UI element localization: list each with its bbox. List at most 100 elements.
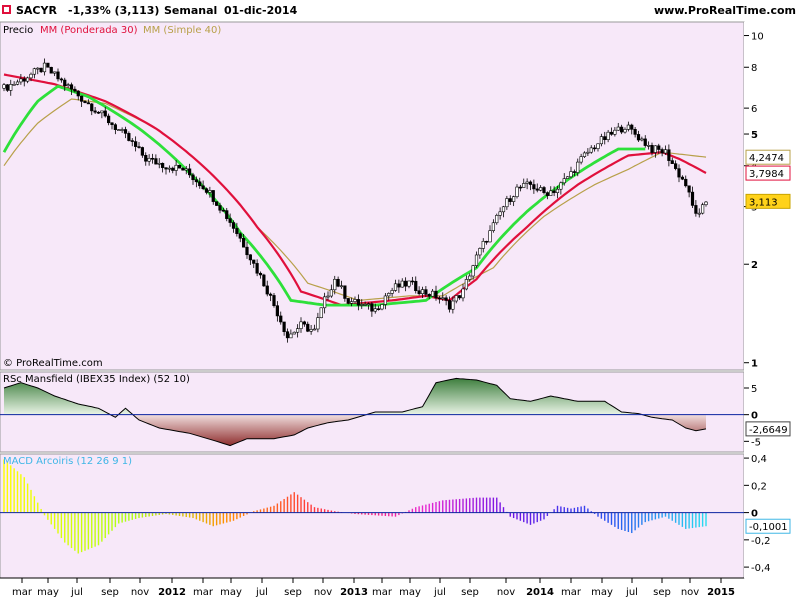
rsc-y-tick-label: 0 [751,411,758,422]
candle-body [478,248,482,256]
candle-body [404,280,408,287]
candle-body [697,212,701,215]
copyright-label: © ProRealTime.com [3,358,103,369]
candle-body [650,145,654,153]
candle-body [127,133,131,141]
candle-body [498,211,502,216]
candle-body [437,297,441,300]
site-url[interactable]: www.ProRealTime.com [654,4,796,17]
candle-body [36,67,40,70]
candle-body [630,124,634,130]
x-tick-label: sep [284,587,302,598]
candle-body [228,218,232,223]
candle-body [454,295,458,302]
candle-body [215,201,219,206]
candle-body [360,304,364,306]
candle-body [76,90,80,97]
candle-body [235,228,239,234]
candle-body [576,161,580,173]
candle-body [532,184,536,190]
candle-body [302,321,306,325]
candle-body [93,110,97,113]
price-y-tick-label: 5 [751,130,758,141]
candle-body [387,293,391,297]
candle-body [485,240,489,243]
candle-body [512,196,516,202]
candle-body [309,329,313,332]
candle-body [596,143,600,149]
candle-body [39,67,43,73]
candle-body [572,171,576,173]
candle-body [204,188,209,193]
candle-body [680,176,684,180]
candle-body [684,178,688,187]
candle-body [343,285,347,299]
candle-body [663,149,668,154]
candle-body [181,167,185,171]
rsc-y-tick-label: -5 [751,437,761,448]
candle-body [211,190,215,202]
candle-body [191,174,195,181]
price-y-tick-label: 6 [751,104,757,115]
candle-body [522,183,526,188]
candle-body [252,259,256,264]
candle-body [218,205,222,211]
candle-body [100,110,104,114]
candle-body [356,299,360,306]
candle-body [377,308,381,311]
candle-body [15,81,20,85]
candle-body [687,185,691,193]
x-tick-label: nov [497,587,515,598]
candle-body [606,131,610,140]
candle-body [306,323,310,332]
candle-body [431,290,435,297]
candle-body [56,71,60,80]
macd-y-tick-label: 0,2 [751,481,767,492]
x-tick-label: jul [70,587,83,598]
legend-wma: MM (Ponderada 30) [40,25,138,36]
candle-body [542,187,546,193]
candle-body [117,129,121,131]
candle-body [296,328,300,333]
candle-body [49,66,53,74]
candle-body [299,321,303,329]
candle-body [383,295,387,305]
candle-body [316,317,320,330]
x-tick-label: mar [372,587,393,598]
candle-body [586,151,590,154]
candle-body [677,168,681,178]
x-tick-label: may [37,587,59,598]
candle-body [26,77,30,82]
chart-period: Semanal [164,4,217,17]
candle-body [167,167,171,170]
candle-body [549,190,553,196]
candle-body [144,155,148,162]
candle-body [329,289,333,297]
candle-body [461,288,465,299]
candle-body [221,209,225,212]
candle-body [96,111,101,114]
wma-last-value: 3,7984 [749,169,784,180]
candle-body [275,305,279,317]
rsc-y-tick-label: 5 [751,384,757,395]
candle-body [150,157,155,160]
candle-body [424,289,428,295]
candle-body [613,129,617,135]
candle-body [555,188,560,193]
candle-body [319,307,323,318]
x-tick-label: may [399,587,421,598]
candle-body [599,136,603,145]
candle-body [245,246,249,256]
sma-last-value: 4,2474 [749,153,784,164]
x-tick-label: may [591,587,613,598]
candle-body [90,103,94,112]
candle-body [265,285,269,295]
macd-title: MACD Arcoiris (12 26 9 1) [3,456,132,467]
candle-body [312,328,317,331]
candle-body [397,283,401,288]
candle-body [670,160,674,164]
candle-body [225,210,229,219]
candle-body [474,254,479,266]
x-tick-label: 2014 [526,587,554,598]
candle-body [346,298,350,304]
